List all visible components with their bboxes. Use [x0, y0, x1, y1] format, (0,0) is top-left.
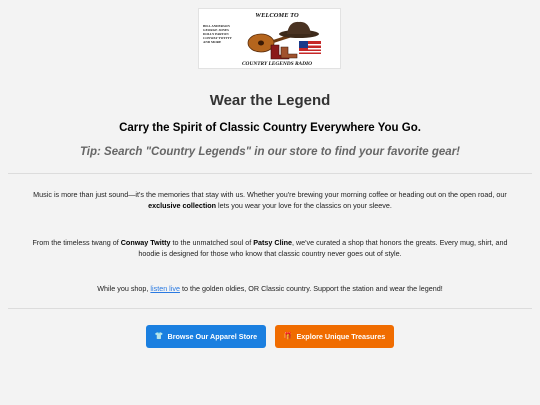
listen-text-2: to the golden oldies, OR Classic country… — [179, 284, 443, 293]
logo-top-text: WELCOME TO — [255, 12, 299, 19]
page-subtitle: Carry the Spirit of Classic Country Ever… — [119, 122, 421, 134]
intro-text-1: Music is more than just sound—it's the m… — [33, 190, 507, 199]
intro-paragraph: Music is more than just sound—it's the m… — [22, 189, 518, 211]
page: WELCOME TO BILL ANDERSON GEORGE JONES DO… — [0, 0, 540, 405]
page-title: Wear the Legend — [209, 92, 331, 109]
listen-text-1: While you shop, — [97, 284, 151, 293]
divider-bottom — [8, 308, 532, 309]
logo-artwork: WELCOME TO BILL ANDERSON GEORGE JONES DO… — [199, 9, 340, 68]
browse-apparel-button[interactable]: 👕 Browse Our Apparel Store — [146, 325, 266, 348]
listen-live-link[interactable]: listen live — [150, 284, 180, 293]
divider-top — [8, 173, 532, 174]
browse-apparel-label: Browse Our Apparel Store — [167, 332, 258, 341]
explore-treasures-label: Explore Unique Treasures — [296, 332, 386, 341]
artist-conway-twitty: Conway Twitty — [120, 238, 171, 247]
listen-paragraph: While you shop, listen live to the golde… — [22, 283, 518, 294]
gift-icon: 🎁 — [283, 333, 293, 340]
artists-paragraph: From the timeless twang of Conway Twitty… — [22, 237, 518, 259]
country-legends-logo: WELCOME TO BILL ANDERSON GEORGE JONES DO… — [198, 8, 341, 69]
artist-patsy-cline: Patsy Cline — [253, 238, 292, 247]
search-tip: Tip: Search "Country Legends" in our sto… — [79, 146, 461, 158]
intro-text-2: lets you wear your love for the classics… — [216, 201, 392, 210]
artists-text-1: From the timeless twang of — [32, 238, 121, 247]
logo-bottom-text: COUNTRY LEGENDS RADIO — [242, 61, 312, 67]
explore-treasures-button[interactable]: 🎁 Explore Unique Treasures — [275, 325, 394, 348]
artists-text-2: to the unmatched soul of — [170, 238, 254, 247]
shirt-icon: 👕 — [154, 333, 164, 340]
exclusive-collection-text: exclusive collection — [148, 201, 217, 210]
